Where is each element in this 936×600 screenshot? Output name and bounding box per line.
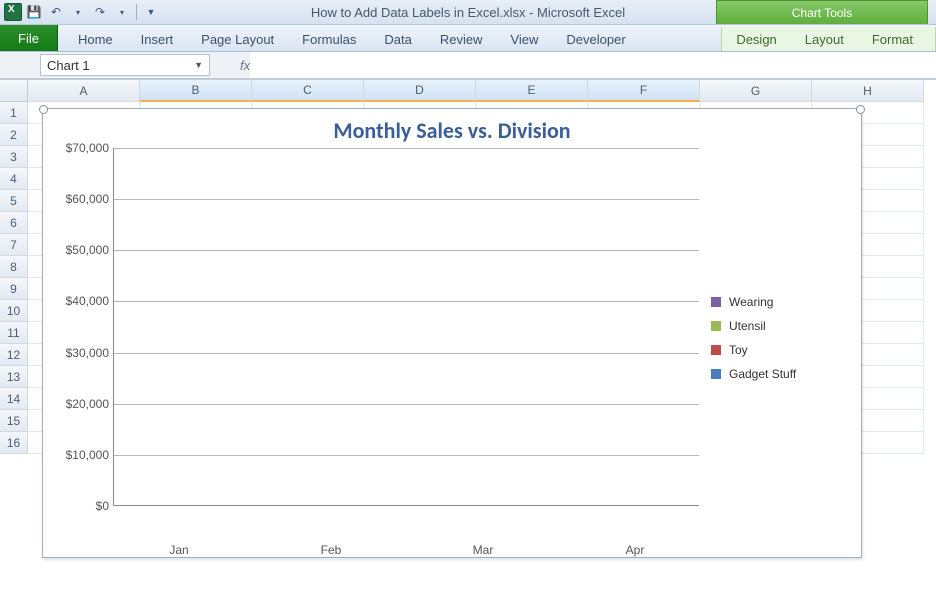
y-tick-label: $70,000 [66,141,109,155]
row-header[interactable]: 2 [0,124,28,146]
plot-area[interactable] [113,148,699,506]
y-tick-label: $40,000 [66,294,109,308]
legend-swatch-icon [711,369,721,379]
legend-item[interactable]: Toy [711,343,851,357]
column-header[interactable]: C [252,80,364,102]
legend-swatch-icon [711,321,721,331]
tab-layout[interactable]: Layout [791,27,858,51]
row-header[interactable]: 1 [0,102,28,124]
tab-review[interactable]: Review [426,27,497,51]
chart-tools-contextual-header: Chart Tools [716,0,928,24]
y-tick-label: $50,000 [66,243,109,257]
row-header[interactable]: 12 [0,344,28,366]
chart-tools-tabs: Design Layout Format [721,27,936,51]
undo-icon[interactable]: ↶ [46,2,66,22]
chart-object[interactable]: Monthly Sales vs. Division $0 $10,000 $20,… [42,108,862,558]
row-header[interactable]: 5 [0,190,28,212]
column-header[interactable]: H [812,80,924,102]
y-axis: $0 $10,000 $20,000 $30,000 $40,000 $50,000 $60… [53,148,113,528]
select-all-corner[interactable] [0,80,28,102]
legend-label: Wearing [729,295,773,309]
x-tick-label: Feb [296,543,366,557]
column-header[interactable]: F [588,80,700,102]
tab-data[interactable]: Data [370,27,425,51]
column-header[interactable]: A [28,80,140,102]
file-tab[interactable]: File [0,25,58,51]
worksheet-grid[interactable]: ABCDEFGH12345678910111213141516 Monthly … [0,79,936,454]
formula-input[interactable] [250,52,936,78]
row-header[interactable]: 15 [0,410,28,432]
bars-container [114,148,699,505]
tab-view[interactable]: View [496,27,552,51]
y-tick-label: $30,000 [66,346,109,360]
column-header[interactable]: E [476,80,588,102]
tab-insert[interactable]: Insert [127,27,188,51]
tab-developer[interactable]: Developer [552,27,639,51]
tab-design[interactable]: Design [722,27,790,51]
row-header[interactable]: 16 [0,432,28,454]
title-bar: 💾 ↶ ▾ ↷ ▾ ▼ How to Add Data Labels in Ex… [0,0,936,25]
legend-item[interactable]: Gadget Stuff [711,367,851,381]
legend-item[interactable]: Utensil [711,319,851,333]
chart-title[interactable]: Monthly Sales vs. Division [53,117,851,144]
tab-home[interactable]: Home [64,27,127,51]
y-tick-label: $60,000 [66,192,109,206]
redo-icon[interactable]: ↷ [90,2,110,22]
row-header[interactable]: 9 [0,278,28,300]
ribbon-tabs: File Home Insert Page Layout Formulas Da… [0,25,936,52]
gridline [114,353,699,354]
tab-format[interactable]: Format [858,27,927,51]
redo-dropdown-icon[interactable]: ▾ [112,2,132,22]
legend-item[interactable]: Wearing [711,295,851,309]
legend-swatch-icon [711,297,721,307]
x-tick-label: Mar [448,543,518,557]
x-tick-label: Jan [144,543,214,557]
fx-icon[interactable]: fx [240,58,250,73]
excel-logo-icon [4,3,22,21]
legend-label: Gadget Stuff [729,367,796,381]
name-box-dropdown-icon[interactable]: ▼ [194,60,203,70]
column-header[interactable]: D [364,80,476,102]
x-axis: Jan Feb Mar Apr [103,543,711,557]
gridline [114,199,699,200]
legend-swatch-icon [711,345,721,355]
fx-area: fx [240,52,250,78]
legend-label: Utensil [729,319,766,333]
row-header[interactable]: 4 [0,168,28,190]
name-box[interactable]: Chart 1 ▼ [40,54,210,76]
gridline [114,404,699,405]
y-tick-label: $0 [96,499,109,513]
row-header[interactable]: 11 [0,322,28,344]
undo-dropdown-icon[interactable]: ▾ [68,2,88,22]
column-header[interactable]: G [700,80,812,102]
row-header[interactable]: 14 [0,388,28,410]
gridline [114,301,699,302]
gridline [114,455,699,456]
gridline [114,148,699,149]
column-header[interactable]: B [140,80,252,102]
row-header[interactable]: 10 [0,300,28,322]
row-header[interactable]: 7 [0,234,28,256]
name-box-value: Chart 1 [47,58,90,73]
row-header[interactable]: 8 [0,256,28,278]
legend-label: Toy [729,343,748,357]
row-header[interactable]: 13 [0,366,28,388]
quick-access-toolbar: 💾 ↶ ▾ ↷ ▾ ▼ [0,2,161,22]
y-tick-label: $20,000 [66,397,109,411]
qat-customize-icon[interactable]: ▼ [141,2,161,22]
x-tick-label: Apr [600,543,670,557]
tab-page-layout[interactable]: Page Layout [187,27,288,51]
row-header[interactable]: 3 [0,146,28,168]
formula-bar-row: Chart 1 ▼ fx [0,52,936,79]
qat-separator [136,4,137,20]
row-header[interactable]: 6 [0,212,28,234]
y-tick-label: $10,000 [66,448,109,462]
tab-formulas[interactable]: Formulas [288,27,370,51]
gridline [114,250,699,251]
save-icon[interactable]: 💾 [24,2,44,22]
chart-legend[interactable]: Wearing Utensil Toy Gadget Stuff [699,148,851,528]
